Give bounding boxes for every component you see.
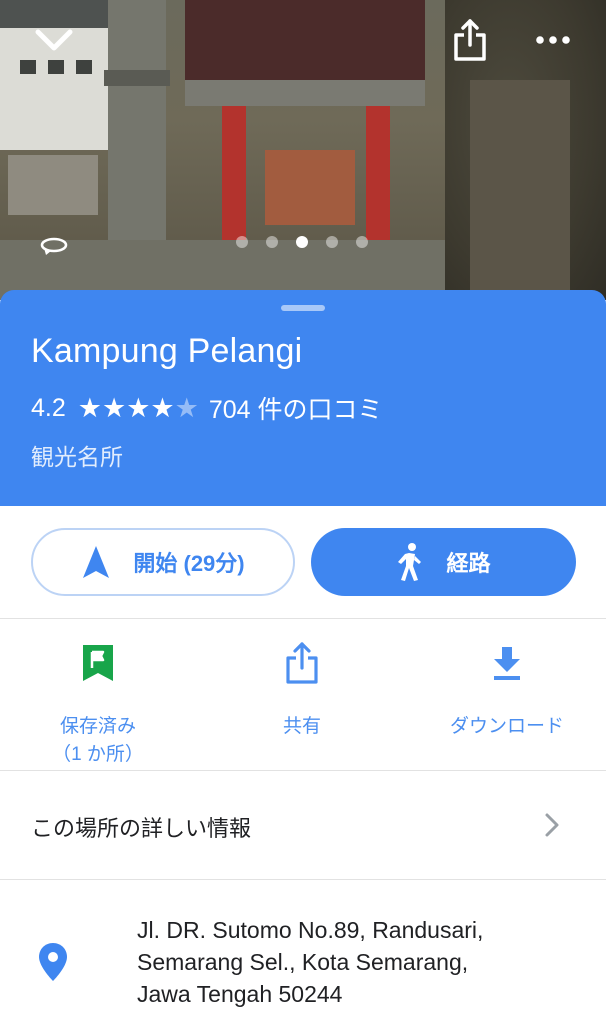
photo-dot[interactable] bbox=[266, 236, 278, 248]
photo-pagination bbox=[236, 236, 368, 248]
share-label: 共有 bbox=[282, 716, 321, 737]
location-pin-icon bbox=[39, 943, 67, 981]
rating-row[interactable]: 4.2 ★ ★ ★ ★ ★ 704 件の口コミ bbox=[31, 390, 383, 426]
share-icon bbox=[286, 642, 318, 684]
photo-market-stall bbox=[265, 150, 355, 225]
download-icon bbox=[494, 647, 520, 680]
share-button[interactable]: 共有 bbox=[212, 639, 392, 741]
directions-button[interactable]: 経路 bbox=[311, 528, 576, 596]
photo-stall-goods bbox=[8, 155, 98, 215]
place-photo[interactable] bbox=[0, 0, 606, 300]
360-rotate-icon bbox=[40, 237, 68, 255]
chevron-right-icon bbox=[545, 813, 559, 837]
photo-gate bbox=[185, 0, 425, 80]
primary-actions: 開始 (29分) 経路 bbox=[0, 506, 606, 619]
saved-flag-icon bbox=[83, 645, 113, 681]
star-filled-icon: ★ bbox=[126, 392, 151, 423]
place-details-row[interactable]: この場所の詳しい情報 bbox=[0, 771, 606, 880]
navigation-arrow-icon bbox=[83, 546, 110, 578]
rotate-360-button[interactable] bbox=[38, 232, 70, 260]
walking-person-icon bbox=[398, 543, 422, 581]
drag-handle[interactable] bbox=[281, 305, 325, 311]
more-options-button[interactable] bbox=[530, 20, 576, 60]
address-line: Semarang Sel., Kota Semarang, bbox=[137, 949, 469, 975]
save-button[interactable]: 保存済み （1 か所） bbox=[8, 639, 188, 769]
download-label: ダウンロード bbox=[449, 716, 564, 737]
share-top-button[interactable] bbox=[448, 16, 492, 64]
place-title: Kampung Pelangi bbox=[31, 332, 303, 370]
address-text: Jl. DR. Sutomo No.89, Randusari, Semaran… bbox=[137, 914, 483, 1010]
collapse-button[interactable] bbox=[30, 18, 78, 62]
chevron-down-icon bbox=[35, 29, 73, 51]
more-horizontal-icon bbox=[536, 36, 570, 44]
directions-label: 経路 bbox=[446, 551, 491, 576]
star-filled-icon: ★ bbox=[101, 392, 127, 423]
rating-value: 4.2 bbox=[31, 393, 66, 422]
star-filled-icon: ★ bbox=[150, 392, 175, 423]
photo-dot[interactable] bbox=[236, 236, 248, 248]
photo-dot[interactable] bbox=[326, 236, 338, 248]
place-details-label: この場所の詳しい情報 bbox=[31, 816, 252, 841]
address-line: Jawa Tengah 50244 bbox=[137, 981, 343, 1007]
download-button[interactable]: ダウンロード bbox=[417, 639, 597, 741]
saved-count: （1 か所） bbox=[52, 744, 144, 765]
share-icon bbox=[454, 19, 486, 61]
photo-dot-active[interactable] bbox=[296, 236, 308, 248]
star-empty-icon: ★ bbox=[174, 392, 199, 423]
address-row[interactable]: Jl. DR. Sutomo No.89, Randusari, Semaran… bbox=[0, 880, 606, 1024]
rating-stars: ★ ★ ★ ★ ★ bbox=[77, 392, 199, 423]
quick-actions: 保存済み （1 か所） 共有 ダウンロード bbox=[0, 619, 606, 771]
review-count: 704 件の口コミ bbox=[208, 396, 383, 424]
save-label: 保存済み bbox=[59, 716, 136, 737]
star-filled-icon: ★ bbox=[77, 392, 102, 423]
address-line: Jl. DR. Sutomo No.89, Randusari, bbox=[137, 917, 484, 943]
start-navigation-button[interactable]: 開始 (29分) bbox=[31, 528, 295, 596]
photo-dot[interactable] bbox=[356, 236, 368, 248]
place-category: 観光名所 bbox=[31, 444, 123, 470]
place-info-panel: Kampung Pelangi 4.2 ★ ★ ★ ★ ★ 704 件の口コミ … bbox=[0, 290, 606, 506]
start-navigation-label: 開始 (29分) bbox=[133, 551, 245, 576]
